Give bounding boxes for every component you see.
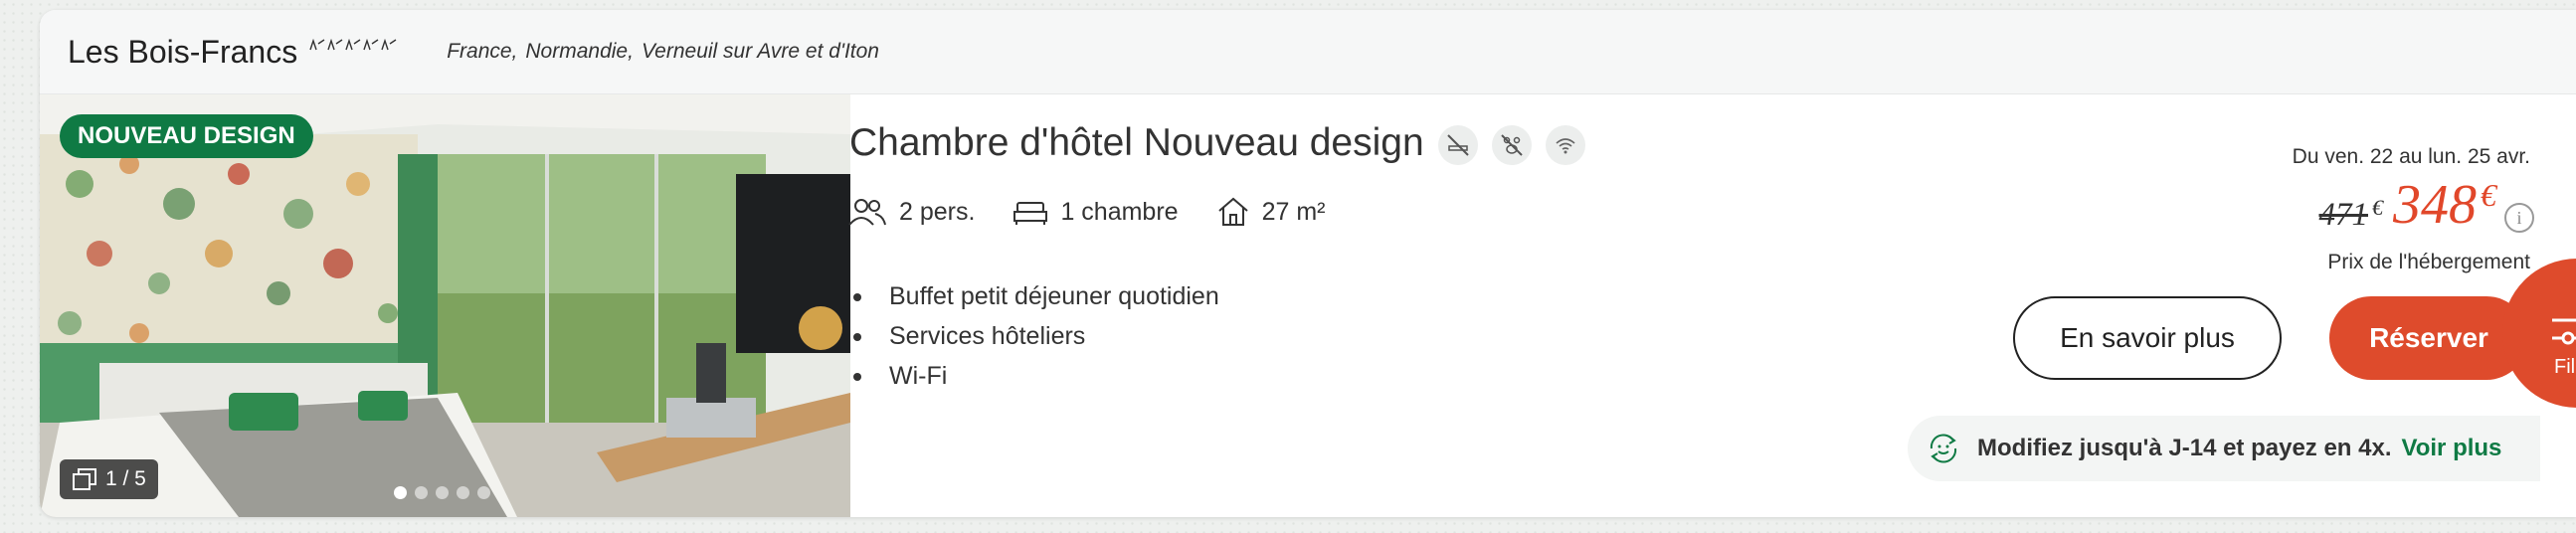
star-icon bbox=[327, 39, 343, 51]
price-row: 471 € 348 € i bbox=[2318, 174, 2534, 236]
feature-item: Buffet petit déjeuner quotidien bbox=[853, 276, 1219, 316]
carousel-dot[interactable] bbox=[457, 486, 469, 499]
wifi-icon bbox=[1546, 125, 1585, 165]
price-note: Prix de l'hébergement bbox=[2327, 251, 2530, 273]
spec-persons: 2 pers. bbox=[847, 197, 975, 227]
old-price-currency: € bbox=[2372, 195, 2383, 220]
carousel-dot[interactable] bbox=[436, 486, 449, 499]
location-country: France bbox=[447, 40, 512, 63]
filter-icon bbox=[2552, 318, 2576, 345]
spec-bedrooms-label: 1 chambre bbox=[1060, 197, 1179, 226]
star-icon bbox=[381, 39, 397, 51]
star-icon bbox=[363, 39, 379, 51]
location-city: Verneuil sur Avre et d'Iton bbox=[641, 40, 879, 63]
new-price: 348 bbox=[2393, 174, 2477, 236]
filter-button-label: Fil bbox=[2554, 356, 2576, 378]
carousel-dot[interactable] bbox=[477, 486, 490, 499]
room-features: Buffet petit déjeuner quotidien Services… bbox=[853, 276, 1219, 396]
card-header: Les Bois-Francs France, Normandie, Verne… bbox=[40, 10, 2576, 94]
gallery-icon bbox=[73, 468, 96, 490]
carousel-dot[interactable] bbox=[394, 486, 407, 499]
room-photo[interactable]: NOUVEAU DESIGN 1 / 5 bbox=[40, 94, 850, 517]
book-button[interactable]: Réserver bbox=[2329, 296, 2528, 380]
star-icon bbox=[345, 39, 361, 51]
hotel-name[interactable]: Les Bois-Francs bbox=[68, 34, 297, 71]
spec-persons-label: 2 pers. bbox=[899, 197, 976, 226]
location-separator: , bbox=[628, 40, 634, 63]
photo-counter-text: 1 / 5 bbox=[105, 467, 146, 490]
carousel-dots bbox=[394, 486, 490, 499]
see-more-link[interactable]: Voir plus bbox=[2402, 435, 2502, 462]
spec-surface: 27 m² bbox=[1216, 197, 1326, 227]
hotel-location: France, Normandie, Verneuil sur Avre et … bbox=[447, 40, 879, 64]
stay-dates: Du ven. 22 au lun. 25 avr. bbox=[2292, 145, 2530, 168]
new-design-badge: NOUVEAU DESIGN bbox=[60, 114, 313, 158]
room-title[interactable]: Chambre d'hôtel Nouveau design bbox=[849, 121, 1424, 165]
bed-icon bbox=[1013, 202, 1048, 225]
more-info-button[interactable]: En savoir plus bbox=[2013, 296, 2282, 380]
persons-icon bbox=[848, 199, 886, 226]
room-specs: 2 pers. 1 chambre 27 m² bbox=[847, 197, 1363, 227]
feature-item: Services hôteliers bbox=[853, 316, 1219, 356]
amenity-icons bbox=[1438, 125, 1585, 165]
modify-banner-text: Modifiez jusqu'à J-14 et payez en 4x. bbox=[1977, 435, 2392, 461]
no-pets-icon bbox=[1492, 125, 1532, 165]
star-icon bbox=[309, 39, 325, 51]
photo-counter: 1 / 5 bbox=[60, 459, 158, 499]
spec-bedrooms: 1 chambre bbox=[1012, 197, 1179, 227]
info-icon[interactable]: i bbox=[2504, 203, 2534, 233]
location-separator: , bbox=[511, 40, 518, 63]
star-rating bbox=[309, 39, 397, 51]
location-region: Normandie bbox=[525, 40, 629, 63]
smile-refresh-icon bbox=[1930, 434, 1957, 463]
no-smoking-icon bbox=[1438, 125, 1478, 165]
house-icon bbox=[1217, 197, 1248, 226]
old-price: 471 bbox=[2318, 197, 2369, 233]
new-price-currency: € bbox=[2481, 177, 2496, 213]
feature-item: Wi-Fi bbox=[853, 356, 1219, 396]
spec-surface-label: 27 m² bbox=[1261, 197, 1326, 226]
carousel-dot[interactable] bbox=[415, 486, 428, 499]
modify-banner: Modifiez jusqu'à J-14 et payez en 4x. Vo… bbox=[1908, 416, 2540, 481]
